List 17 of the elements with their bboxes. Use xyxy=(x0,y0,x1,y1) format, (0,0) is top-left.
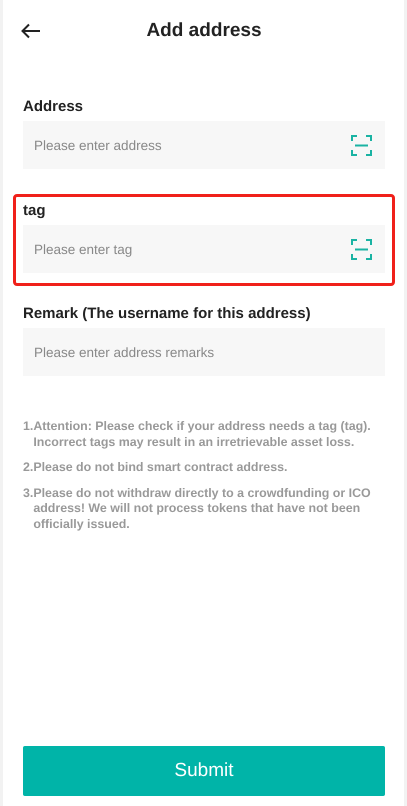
scan-icon[interactable] xyxy=(351,135,372,156)
back-arrow-icon[interactable] xyxy=(21,23,41,39)
field-label: tag xyxy=(23,202,46,219)
field-label: Address xyxy=(23,98,84,115)
field-label: Remark (The username for this address) xyxy=(23,305,312,322)
submit-button[interactable]: Submit xyxy=(23,746,385,796)
input-field[interactable]: Please enter tag xyxy=(23,225,385,273)
note-text: Attention: Please check if your address needs a tag (tag). Incorrect tags may result in an irretrievable asset loss. xyxy=(33,419,372,450)
page-title: Add address xyxy=(146,20,262,42)
note-text: Please do not withdraw directly to a crowdfunding or ICO address! We will not process tokens that have not been officially issued. xyxy=(33,486,372,532)
note-number: 1. xyxy=(23,419,34,435)
scan-icon[interactable] xyxy=(351,239,372,260)
note-text: Please do not bind smart contract address. xyxy=(33,460,288,476)
note-number: 3. xyxy=(23,486,34,502)
note-number: 2. xyxy=(23,460,34,476)
input-field[interactable]: Please enter address remarks xyxy=(23,328,385,376)
input-field[interactable]: Please enter address xyxy=(23,121,385,169)
